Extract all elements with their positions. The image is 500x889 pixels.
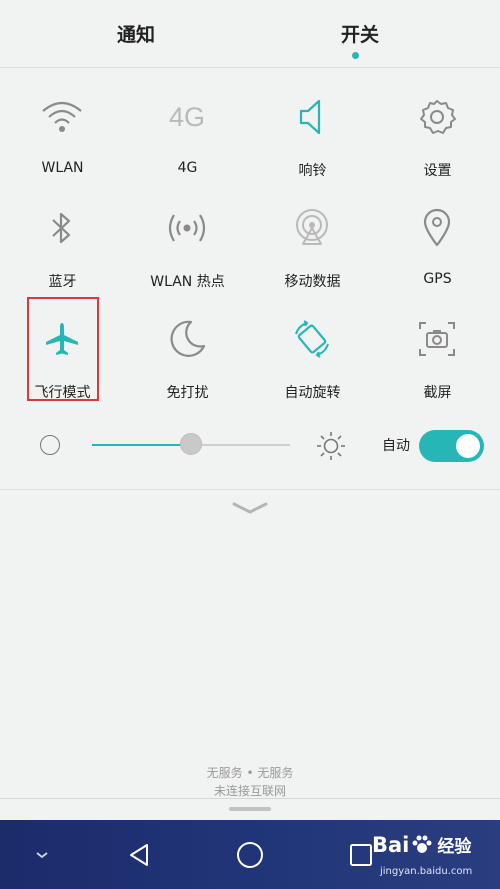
toggle-label: 截屏	[423, 385, 452, 401]
speaker-icon	[287, 92, 337, 142]
drag-handle[interactable]	[229, 807, 271, 811]
watermark-url: jingyan.baidu.com	[380, 866, 473, 877]
collapse-icon[interactable]	[28, 820, 56, 889]
brightness-low-icon	[40, 435, 60, 455]
tab-notifications[interactable]: 通知	[76, 20, 196, 47]
toggle-do-not-disturb[interactable]: 免打扰	[125, 302, 250, 412]
brightness-slider-fill	[92, 444, 191, 446]
toggle-bluetooth[interactable]: 蓝牙	[0, 191, 125, 301]
hotspot-icon	[162, 203, 212, 253]
divider	[0, 798, 500, 799]
toggle-label: 设置	[423, 163, 452, 179]
toggle-hotspot[interactable]: WLAN 热点	[125, 191, 250, 301]
toggle-4g[interactable]: 4G 4G	[125, 80, 250, 190]
toggle-screenshot[interactable]: 截屏	[375, 302, 500, 412]
home-icon[interactable]	[234, 820, 266, 889]
auto-brightness-label: 自动	[382, 438, 410, 454]
toggle-label: 自动旋转	[284, 385, 341, 401]
back-icon[interactable]	[124, 820, 154, 889]
auto-brightness-toggle[interactable]	[419, 430, 484, 462]
toggle-label: 蓝牙	[48, 274, 77, 290]
toggle-label: 4G	[177, 160, 198, 176]
wifi-icon	[37, 92, 87, 142]
toggle-auto-rotate[interactable]: 自动旋转	[250, 302, 375, 412]
screenshot-icon	[412, 314, 462, 364]
toggle-wlan[interactable]: WLAN	[0, 80, 125, 190]
toggle-settings[interactable]: 设置	[375, 80, 500, 190]
toggle-knob	[456, 434, 480, 458]
bluetooth-icon	[37, 203, 87, 253]
baidu-jingyan-watermark: Bai 经验	[372, 832, 472, 858]
tab-switches[interactable]: 开关	[300, 20, 420, 47]
auto-rotate-icon	[287, 314, 337, 364]
toggle-label: WLAN	[41, 160, 84, 176]
toggle-ringer[interactable]: 响铃	[250, 80, 375, 190]
toggle-label: 响铃	[298, 163, 327, 179]
moon-icon	[162, 314, 212, 364]
toggle-gps[interactable]: GPS	[375, 191, 500, 301]
toggle-label: GPS	[423, 271, 452, 287]
brightness-row: 自动	[0, 422, 500, 468]
toggle-label: 移动数据	[284, 274, 341, 290]
network-status: 未连接互联网	[213, 784, 286, 798]
paw-icon	[412, 835, 432, 853]
active-tab-indicator	[352, 52, 359, 59]
divider	[0, 489, 500, 490]
mobile-data-icon	[287, 203, 337, 253]
quick-settings-tabs: 通知 开关	[0, 0, 500, 68]
gear-icon	[412, 92, 462, 142]
airplane-mode-highlight	[27, 297, 99, 401]
brightness-high-icon	[316, 431, 346, 465]
4g-icon: 4G	[168, 101, 206, 132]
location-pin-icon	[412, 203, 462, 253]
toggle-label: 免打扰	[166, 385, 209, 401]
toggle-mobile-data[interactable]: 移动数据	[250, 191, 375, 301]
toggle-label: WLAN 热点	[150, 274, 225, 290]
brightness-slider-thumb[interactable]	[180, 433, 202, 455]
carrier-status: 无服务 • 无服务	[206, 766, 294, 780]
chevron-down-icon[interactable]	[232, 500, 268, 520]
